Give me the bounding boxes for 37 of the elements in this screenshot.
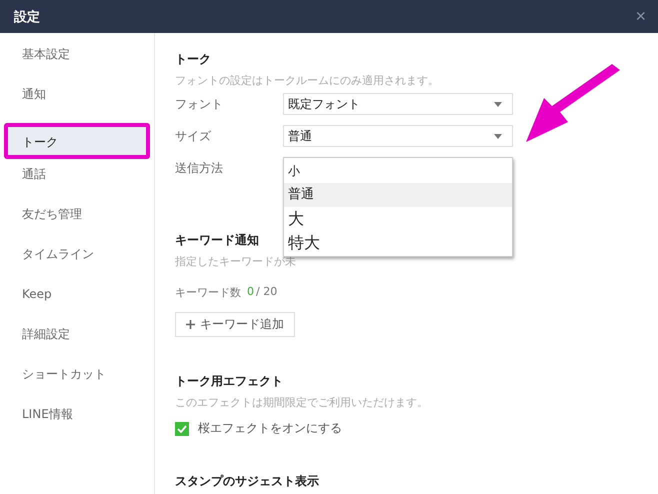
close-button[interactable]: × (635, 6, 646, 27)
sidebar-item[interactable]: LINE情報 (4, 401, 150, 441)
section-description: 指定したキーワードが未 (175, 254, 297, 269)
add-keyword-button[interactable]: キーワード追加 (175, 312, 295, 337)
section-title: トーク用エフェクト (175, 373, 283, 390)
sidebar-item[interactable]: ショートカット (4, 361, 150, 401)
section-title: キーワード通知 (175, 232, 259, 249)
sidebar-item[interactable]: 詳細設定 (4, 321, 150, 361)
dropdown-option[interactable]: 小 (284, 159, 512, 183)
field-label: サイズ (175, 128, 212, 144)
sidebar-item[interactable]: 通話 (4, 161, 150, 201)
count-label: キーワード数 (175, 285, 241, 300)
section-title: トーク (175, 51, 211, 68)
keyword-limit: / 20 (256, 285, 278, 300)
dropdown-option[interactable]: 普通 (284, 183, 512, 207)
section-title: スタンプのサジェスト表示 (175, 473, 319, 490)
dropdown[interactable]: 普通 (283, 125, 513, 147)
section-description: フォントの設定はトークルームにのみ適用されます。 (175, 73, 440, 88)
sidebar-item[interactable]: Keep (4, 281, 150, 321)
sidebar-item[interactable]: タイムライン (4, 241, 150, 281)
sidebar-item[interactable]: 友だち管理 (4, 201, 150, 241)
sidebar-item[interactable]: トーク (4, 123, 150, 159)
caret-icon (494, 134, 502, 138)
field-label: フォント (175, 96, 224, 112)
dropdown-option[interactable]: 大 (284, 207, 512, 231)
checkbox[interactable] (175, 422, 189, 436)
dropdown[interactable]: 既定フォント (283, 93, 513, 115)
dropdown-option[interactable]: 特大 (284, 231, 512, 255)
field-label: 送信方法 (175, 160, 224, 176)
checkbox-label: 桜エフェクトをオンにする (198, 420, 342, 437)
plus-icon (186, 320, 195, 329)
caret-icon (494, 102, 502, 106)
window-title: 設定 (14, 8, 40, 26)
section-description: このエフェクトは期間限定でご利用いただけます。 (175, 395, 429, 410)
sidebar-item[interactable]: 基本設定 (4, 41, 150, 81)
keyword-count: 0 (247, 285, 254, 300)
sidebar-item[interactable]: 通知 (4, 81, 150, 121)
